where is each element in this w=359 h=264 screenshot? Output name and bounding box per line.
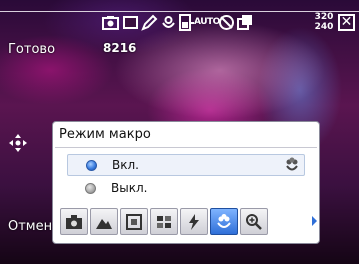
option-on-label: Вкл. (112, 158, 139, 172)
scene-grid-button[interactable] (150, 208, 178, 235)
timer-off-icon[interactable] (218, 14, 235, 31)
option-off[interactable]: Выкл. (67, 178, 305, 200)
auto-iso-icon[interactable]: AUTO (194, 14, 220, 31)
macro-icon (284, 157, 300, 173)
frame-icon[interactable] (122, 14, 139, 31)
burst-icon[interactable] (237, 14, 254, 31)
flash-icon (189, 214, 199, 230)
chevron-right-icon[interactable] (312, 216, 317, 226)
scene-landscape-button[interactable] (90, 208, 118, 235)
ready-status: Готово (8, 42, 56, 57)
focus-frame-icon (126, 214, 142, 230)
battery-icon (178, 14, 195, 31)
dialog-title: Режим макро (59, 127, 151, 142)
scene-macro-button[interactable] (210, 208, 238, 235)
scene-mode-bar (60, 208, 318, 236)
macro-icon (217, 214, 231, 228)
camera-icon[interactable] (102, 14, 119, 31)
scene-camera-button[interactable] (60, 208, 88, 235)
radio-selected-icon[interactable] (86, 160, 97, 171)
scene-frame-button[interactable] (120, 208, 148, 235)
radio-unselected-icon[interactable] (85, 183, 96, 194)
close-button[interactable]: ✕ (338, 14, 355, 31)
zoom-icon (246, 214, 262, 230)
top-divider (0, 0, 359, 12)
resolution-indicator[interactable]: 320 240 (312, 12, 336, 34)
landscape-icon (96, 219, 112, 229)
shots-remaining-counter: 8216 (103, 41, 137, 55)
option-on[interactable]: Вкл. (67, 154, 305, 176)
resolution-width: 320 (314, 12, 334, 22)
grid-icon (157, 216, 171, 228)
title-divider (55, 147, 317, 148)
option-off-label: Выкл. (111, 181, 148, 195)
resolution-height: 240 (314, 22, 334, 32)
navigation-pad-icon[interactable] (9, 134, 27, 152)
macro-icon[interactable] (160, 14, 177, 31)
scene-zoom-button[interactable] (240, 208, 268, 235)
scene-flash-button[interactable] (180, 208, 208, 235)
pen-icon[interactable] (141, 14, 158, 31)
camera-icon (66, 215, 82, 229)
